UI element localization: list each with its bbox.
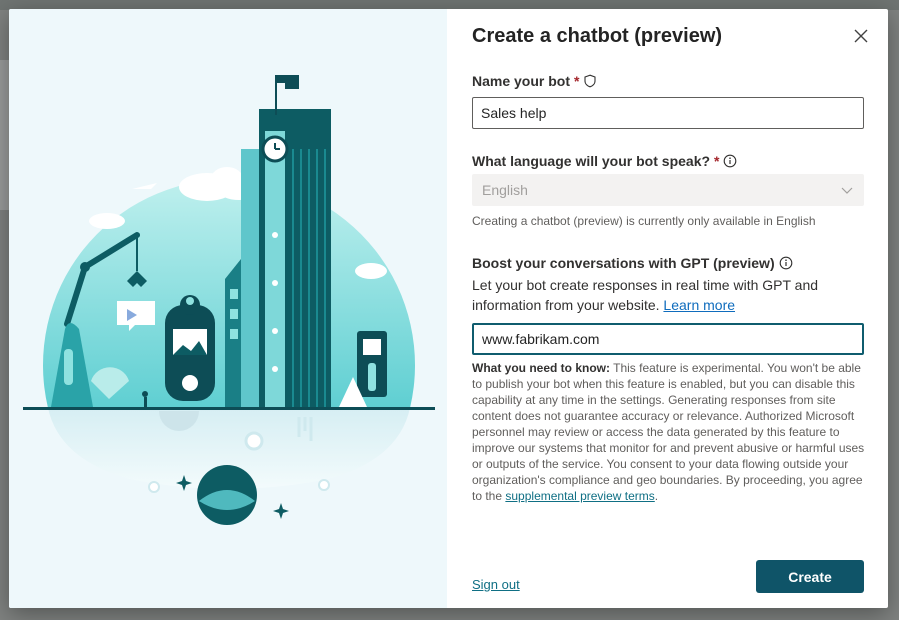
notice-end: . — [654, 489, 659, 503]
language-select[interactable]: English — [472, 174, 864, 206]
website-input[interactable] — [472, 323, 864, 355]
preview-terms-link[interactable]: supplemental preview terms — [505, 489, 654, 503]
info-icon[interactable] — [779, 256, 793, 270]
learn-more-link[interactable]: Learn more — [663, 297, 735, 313]
city-illustration-art — [23, 75, 435, 525]
shield-icon — [584, 74, 597, 88]
gpt-description: Let your bot create responses in real ti… — [472, 275, 867, 315]
gpt-section-label-text: Boost your conversations with GPT (previ… — [472, 255, 775, 271]
experimental-notice: What you need to know: This feature is e… — [472, 360, 867, 504]
chevron-down-icon — [841, 187, 853, 194]
language-select-value: English — [482, 182, 528, 198]
language-helper-text: Creating a chatbot (preview) is currentl… — [472, 214, 816, 228]
form-panel: Create a chatbot (preview) Name your bot… — [447, 9, 888, 608]
required-mark: * — [574, 73, 580, 89]
bot-name-label-text: Name your bot — [472, 73, 571, 89]
close-button[interactable] — [852, 27, 870, 45]
required-mark: * — [714, 153, 720, 169]
language-label-text: What language will your bot speak? — [472, 153, 711, 169]
info-icon[interactable] — [723, 154, 737, 168]
close-icon — [854, 29, 868, 43]
city-illustration — [9, 9, 447, 608]
gpt-section-label: Boost your conversations with GPT (previ… — [472, 255, 793, 271]
gpt-description-text: Let your bot create responses in real ti… — [472, 277, 819, 313]
sign-out-link[interactable]: Sign out — [472, 577, 520, 592]
bot-name-input[interactable] — [472, 97, 864, 129]
notice-body: This feature is experimental. You won't … — [472, 361, 865, 503]
dialog-title: Create a chatbot (preview) — [472, 25, 723, 47]
bot-name-label: Name your bot * — [472, 73, 597, 89]
create-chatbot-dialog: Create a chatbot (preview) Name your bot… — [9, 9, 888, 608]
create-button[interactable]: Create — [756, 560, 864, 593]
language-label: What language will your bot speak? * — [472, 153, 737, 169]
notice-heading: What you need to know: — [472, 361, 610, 375]
